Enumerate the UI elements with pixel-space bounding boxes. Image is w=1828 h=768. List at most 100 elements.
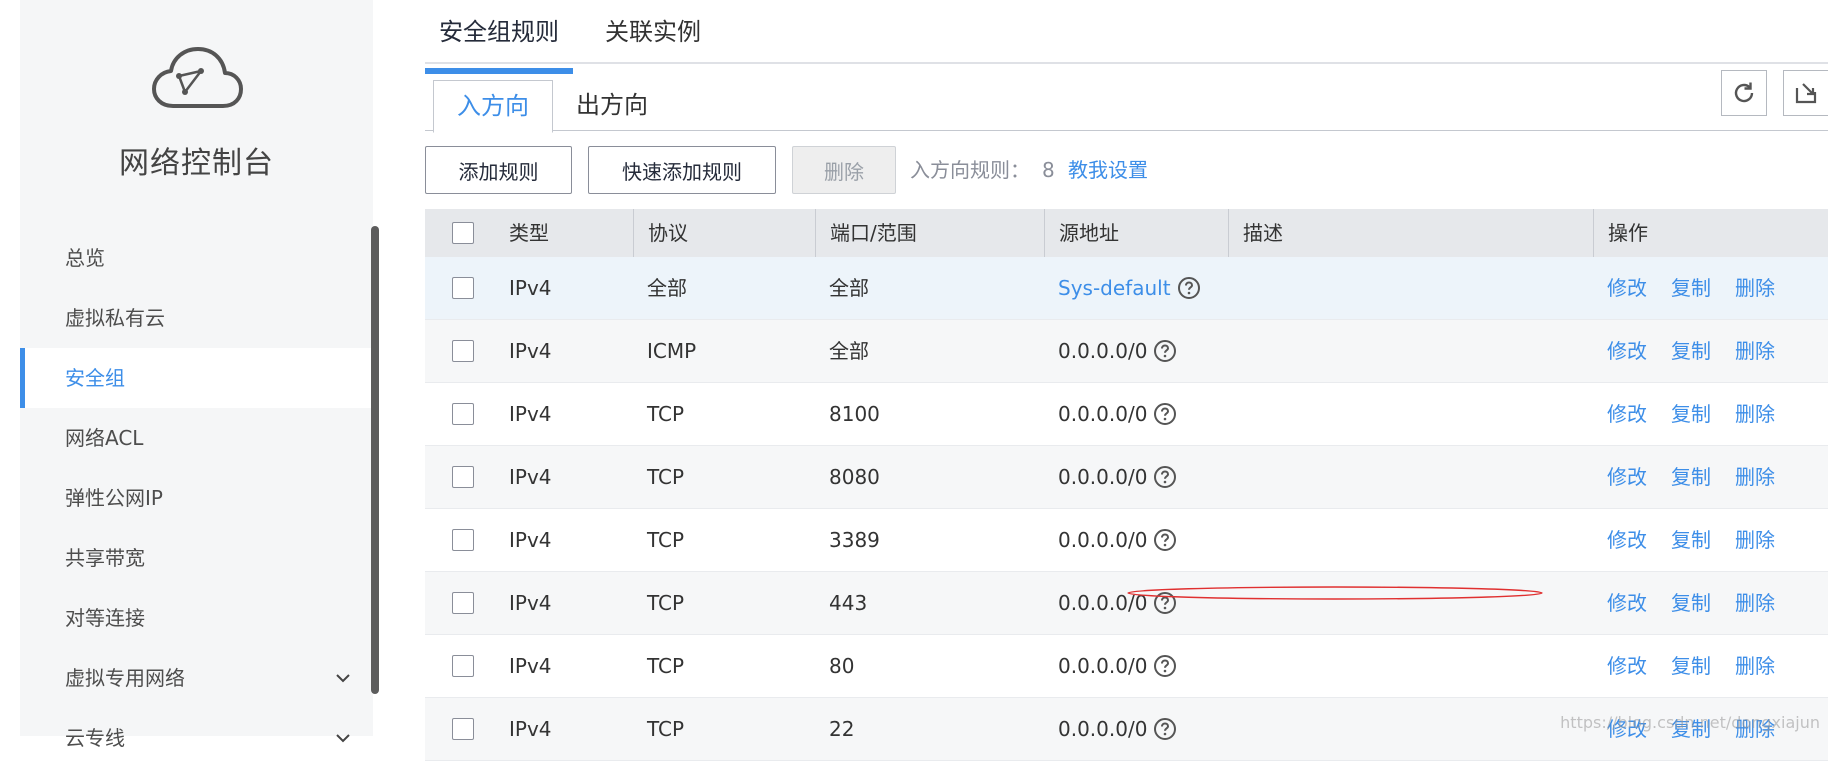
source-text: 0.0.0.0/0 <box>1058 654 1148 678</box>
delete-link[interactable]: 删除 <box>1735 383 1775 445</box>
copy-link[interactable]: 复制 <box>1671 257 1711 319</box>
main-content: 安全组规则 关联实例 入方向 出方向 添加规则 快速添加规则 删除 入方向规则：… <box>425 0 1828 761</box>
sidebar-item-shared-bandwidth[interactable]: 共享带宽 <box>20 528 373 588</box>
question-circle-icon[interactable] <box>1153 654 1177 678</box>
chevron-down-icon[interactable] <box>333 708 353 768</box>
delete-link[interactable]: 删除 <box>1735 572 1775 634</box>
tab-outbound[interactable]: 出方向 <box>557 80 667 130</box>
source-link[interactable]: Sys-default <box>1058 276 1171 300</box>
cell-port: 443 <box>829 591 868 615</box>
sidebar-item-security-group[interactable]: 安全组 <box>20 348 373 408</box>
modify-link[interactable]: 修改 <box>1607 635 1647 697</box>
cell-source: 0.0.0.0/0 <box>1044 446 1177 508</box>
column-header-port: 端口/范围 <box>815 209 1044 257</box>
cell-description <box>1228 257 1242 319</box>
tab-inbound[interactable]: 入方向 <box>433 80 553 133</box>
modify-link[interactable]: 修改 <box>1607 257 1647 319</box>
refresh-button[interactable] <box>1721 70 1767 116</box>
modify-link[interactable]: 修改 <box>1607 572 1647 634</box>
question-circle-icon[interactable] <box>1177 276 1201 300</box>
copy-link[interactable]: 复制 <box>1671 383 1711 445</box>
modify-link[interactable]: 修改 <box>1607 383 1647 445</box>
top-tab-bar: 安全组规则 关联实例 <box>425 0 1828 74</box>
cell-description <box>1228 320 1242 382</box>
row-checkbox[interactable] <box>452 403 474 425</box>
cell-type: IPv4 <box>509 339 552 363</box>
question-circle-icon[interactable] <box>1153 717 1177 741</box>
modify-link[interactable]: 修改 <box>1607 446 1647 508</box>
cell-source: 0.0.0.0/0 <box>1044 509 1177 571</box>
question-circle-icon[interactable] <box>1153 339 1177 363</box>
copy-link[interactable]: 复制 <box>1671 446 1711 508</box>
row-checkbox[interactable] <box>452 529 474 551</box>
question-circle-icon[interactable] <box>1153 402 1177 426</box>
row-checkbox[interactable] <box>452 466 474 488</box>
sidebar-item-eip[interactable]: 弹性公网IP <box>20 468 373 528</box>
sidebar-scrollbar[interactable] <box>371 226 379 694</box>
sidebar-item-vpc[interactable]: 虚拟私有云 <box>20 288 373 348</box>
cell-port: 8100 <box>829 402 880 426</box>
sidebar-item-network-acl[interactable]: 网络ACL <box>20 408 373 468</box>
cell-protocol: TCP <box>647 717 685 741</box>
row-checkbox[interactable] <box>452 592 474 614</box>
table-row: IPv4 TCP 3389 0.0.0.0/0 修改 复制 删除 <box>425 509 1828 572</box>
sidebar-item-vpn[interactable]: 虚拟专用网络 <box>20 648 373 708</box>
cell-description <box>1228 635 1242 697</box>
delete-rules-button[interactable]: 删除 <box>792 146 896 194</box>
row-checkbox[interactable] <box>452 340 474 362</box>
source-text: 0.0.0.0/0 <box>1058 402 1148 426</box>
sidebar-item-label: 安全组 <box>65 366 125 390</box>
column-header-actions: 操作 <box>1593 209 1828 257</box>
modify-link[interactable]: 修改 <box>1607 320 1647 382</box>
delete-link[interactable]: 删除 <box>1735 320 1775 382</box>
cell-type: IPv4 <box>509 465 552 489</box>
row-checkbox[interactable] <box>452 277 474 299</box>
copy-link[interactable]: 复制 <box>1671 320 1711 382</box>
source-text: 0.0.0.0/0 <box>1058 717 1148 741</box>
table-row: IPv4 全部 全部 Sys-default 修改 复制 删除 <box>425 257 1828 320</box>
sidebar: 网络控制台 总览 虚拟私有云 安全组 网络ACL 弹性公网IP 共享带宽 对等连… <box>20 0 373 750</box>
cell-protocol: TCP <box>647 402 685 426</box>
cell-source: 0.0.0.0/0 <box>1044 698 1177 760</box>
cell-protocol: TCP <box>647 465 685 489</box>
cell-type: IPv4 <box>509 276 552 300</box>
cell-type: IPv4 <box>509 717 552 741</box>
rule-count-value: 8 <box>1042 158 1055 182</box>
cell-description <box>1228 698 1242 760</box>
sidebar-item-peering[interactable]: 对等连接 <box>20 588 373 648</box>
export-button[interactable] <box>1783 70 1828 116</box>
row-checkbox[interactable] <box>452 718 474 740</box>
cell-source: Sys-default <box>1044 257 1201 319</box>
add-rule-button[interactable]: 添加规则 <box>425 146 572 194</box>
sidebar-item-overview[interactable]: 总览 <box>20 228 373 288</box>
source-text: 0.0.0.0/0 <box>1058 339 1148 363</box>
modify-link[interactable]: 修改 <box>1607 509 1647 571</box>
copy-link[interactable]: 复制 <box>1671 509 1711 571</box>
rule-count-label: 入方向规则： <box>910 158 1030 182</box>
select-all-checkbox[interactable] <box>452 222 474 244</box>
table-row: IPv4 TCP 443 0.0.0.0/0 修改 复制 删除 <box>425 572 1828 635</box>
tab-associated-instances[interactable]: 关联实例 <box>605 12 701 60</box>
delete-link[interactable]: 删除 <box>1735 257 1775 319</box>
tab-security-group-rules[interactable]: 安全组规则 <box>425 12 573 74</box>
row-checkbox[interactable] <box>452 655 474 677</box>
cell-description <box>1228 446 1242 508</box>
question-circle-icon[interactable] <box>1153 591 1177 615</box>
console-title: 网络控制台 <box>119 146 274 181</box>
sidebar-item-direct-connect[interactable]: 云专线 <box>20 708 373 768</box>
cell-port: 80 <box>829 654 855 678</box>
delete-link[interactable]: 删除 <box>1735 446 1775 508</box>
question-circle-icon[interactable] <box>1153 528 1177 552</box>
copy-link[interactable]: 复制 <box>1671 572 1711 634</box>
quick-add-rule-button[interactable]: 快速添加规则 <box>588 146 776 194</box>
delete-link[interactable]: 删除 <box>1735 509 1775 571</box>
cell-description <box>1228 572 1242 634</box>
table-row: IPv4 TCP 8080 0.0.0.0/0 修改 复制 删除 <box>425 446 1828 509</box>
help-link[interactable]: 教我设置 <box>1068 146 1148 194</box>
question-circle-icon[interactable] <box>1153 465 1177 489</box>
delete-link[interactable]: 删除 <box>1735 635 1775 697</box>
copy-link[interactable]: 复制 <box>1671 635 1711 697</box>
chevron-down-icon[interactable] <box>333 648 353 708</box>
cloud-icon <box>151 47 243 108</box>
sidebar-item-label: 对等连接 <box>65 606 145 630</box>
